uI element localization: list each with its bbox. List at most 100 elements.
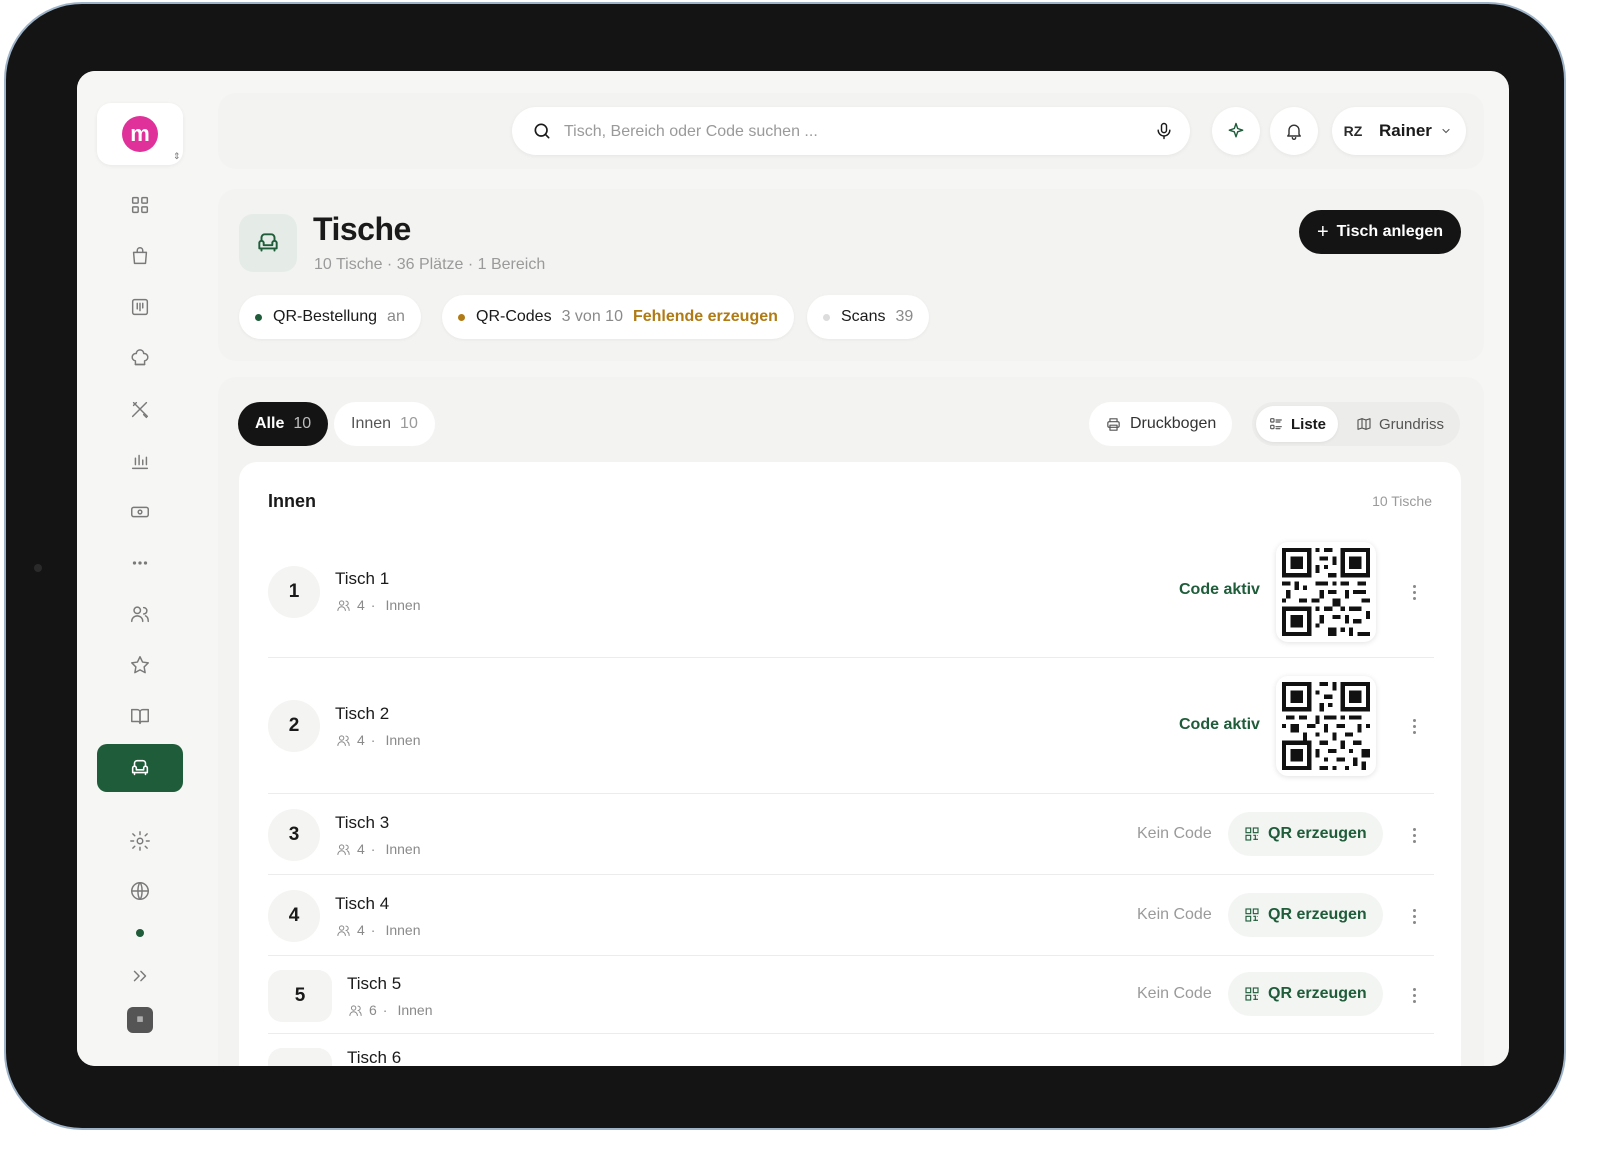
qr-code [1282,548,1370,636]
table-row[interactable]: 3 Tisch 3 4 · Innen Kein Code QR erzeugen [268,794,1434,875]
tab-count: 10 [400,415,418,432]
generate-qr-label: QR erzeugen [1268,825,1367,842]
top-bar: RZ Rainer [218,93,1484,169]
print-sheet-button[interactable]: Druckbogen [1089,402,1233,446]
chip-label: QR-Bestellung [273,308,378,325]
table-number-badge: 5 [268,970,332,1022]
row-menu-icon[interactable] [1404,580,1424,604]
table-row[interactable]: Tisch 6 [268,1034,1434,1066]
tables-armchair-icon [239,214,297,272]
cash-icon[interactable] [118,494,162,530]
table-seats: 6 [369,1002,377,1018]
code-status: Kein Code [1137,985,1212,1002]
table-area: Innen [385,732,421,748]
ai-assistant-button[interactable] [1212,107,1260,155]
guests-icon[interactable] [118,596,162,632]
table-row[interactable]: 2 Tisch 2 4 · Innen Code aktiv [268,658,1434,794]
table-name: Tisch 5 [347,974,402,993]
search-bar[interactable] [512,107,1190,157]
search-input[interactable] [562,107,1126,157]
qr-icon [1245,908,1259,922]
meta-separator: · [370,922,376,938]
table-row[interactable]: 5 Tisch 5 6 · Innen Kein Code QR erzeugen [268,956,1434,1034]
microphone-icon[interactable] [1154,121,1174,141]
cutlery-icon[interactable] [118,392,162,428]
user-menu[interactable]: RZ Rainer [1332,107,1466,155]
row-menu-icon[interactable] [1404,904,1424,928]
people-icon [337,843,350,855]
chip-label: QR-Codes [476,308,552,325]
page-header: Tische 10 Tische · 36 Plätze · 1 Bereich… [218,189,1484,361]
qr-order-chip[interactable]: QR-Bestellung an [239,295,421,339]
expand-sidebar-icon[interactable] [118,958,162,994]
section-title: Innen [268,491,316,511]
app-logo[interactable]: m [97,103,183,165]
orders-bag-icon[interactable] [118,238,162,274]
globe-icon[interactable] [118,873,162,909]
generate-qr-button[interactable]: QR erzeugen [1228,812,1383,856]
table-number-badge: 4 [268,890,320,942]
row-menu-icon[interactable] [1404,823,1424,847]
partner-logo-icon[interactable]: ▦ [127,1007,153,1033]
scans-chip[interactable]: Scans 39 [807,295,930,339]
view-list-label: Liste [1291,415,1327,433]
generate-qr-button[interactable]: QR erzeugen [1228,972,1383,1016]
sparkle-icon [1228,122,1244,138]
table-row[interactable]: 4 Tisch 4 4 · Innen Kein Code QR erzeugen [268,875,1434,956]
view-floor-label: Grundriss [1379,415,1445,433]
view-floor-button[interactable]: Grundriss [1344,406,1456,442]
table-name: Tisch 2 [335,704,390,723]
book-icon[interactable] [118,698,162,734]
meta-separator: · [370,732,376,748]
kitchen-chef-icon[interactable] [118,341,162,377]
status-dot [823,313,830,321]
view-switcher: Liste Grundriss [1252,402,1460,446]
notifications-button[interactable] [1270,107,1318,155]
menu-board-icon[interactable] [118,289,162,325]
sidebar-item-tables[interactable] [97,744,183,792]
settings-gear-icon[interactable] [118,823,162,859]
row-menu-icon[interactable] [1404,983,1424,1007]
plus-icon: + [1316,220,1329,243]
qr-code-image[interactable] [1276,676,1376,776]
code-status: Kein Code [1137,825,1212,842]
more-icon[interactable] [118,545,162,581]
tablet-frame: m ⇕ ▦ Tisch, Bereich oder Code suchen ..… [4,2,1566,1130]
star-icon[interactable] [118,647,162,683]
app-screen: m ⇕ ▦ Tisch, Bereich oder Code suchen ..… [77,71,1509,1066]
generate-missing-link[interactable]: Fehlende erzeugen [633,308,778,326]
qr-icon [1245,827,1259,841]
search-icon [534,123,550,139]
table-number-badge: 1 [268,566,320,618]
chip-label: Scans [841,308,886,325]
people-icon [337,924,350,936]
dashboard-icon[interactable] [118,187,162,223]
people-icon [337,734,350,746]
workspace-switch-icon[interactable]: ⇕ [173,151,181,162]
print-sheet-label: Druckbogen [1130,415,1217,432]
row-menu-icon[interactable] [1404,714,1424,738]
tab-inside[interactable]: Innen 10 [334,402,435,446]
table-meta: 4 · Innen [336,732,421,748]
online-status-dot [136,929,144,937]
meta-separator: · [370,597,376,613]
sidebar: m ⇕ ▦ [77,71,202,1066]
table-meta: 4 · Innen [336,922,421,938]
generate-qr-button[interactable]: QR erzeugen [1228,893,1383,937]
table-row[interactable]: 1 Tisch 1 4 · Innen Code aktiv [268,528,1434,658]
tab-all[interactable]: Alle 10 [238,402,329,446]
table-meta: 4 · Innen [336,597,421,613]
tables-panel: Innen 10 Tische 1 Tisch 1 4 · Innen Code … [239,462,1461,1066]
table-seats: 4 [357,922,365,938]
table-seats: 4 [357,732,365,748]
qr-code [1282,682,1370,770]
statistics-icon[interactable] [118,443,162,479]
view-list-button[interactable]: Liste [1256,406,1339,442]
qr-codes-chip[interactable]: QR-Codes 3 von 10 Fehlende erzeugen [442,295,794,339]
add-table-button[interactable]: + Tisch anlegen [1299,210,1461,254]
page-subtitle: 10 Tische · 36 Plätze · 1 Bereich [314,256,546,273]
qr-code-image[interactable] [1276,542,1376,642]
list-icon [1270,418,1282,430]
section-count: 10 Tische [1372,493,1432,509]
table-area: Innen [397,1002,433,1018]
